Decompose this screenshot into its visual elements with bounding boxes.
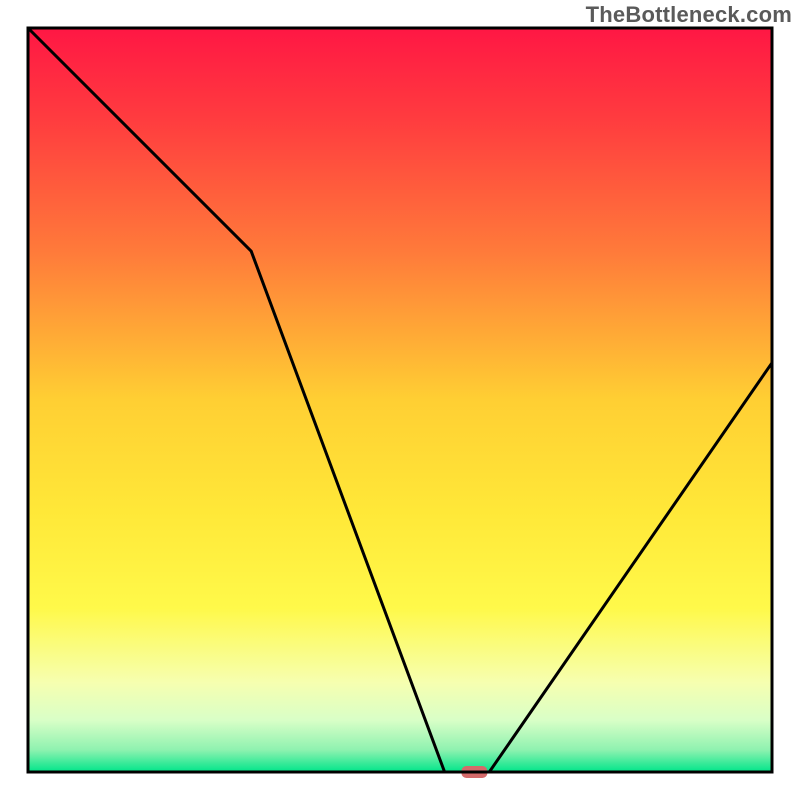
chart-container: TheBottleneck.com bbox=[0, 0, 800, 800]
bottleneck-chart bbox=[0, 0, 800, 800]
watermark-text: TheBottleneck.com bbox=[586, 2, 792, 28]
